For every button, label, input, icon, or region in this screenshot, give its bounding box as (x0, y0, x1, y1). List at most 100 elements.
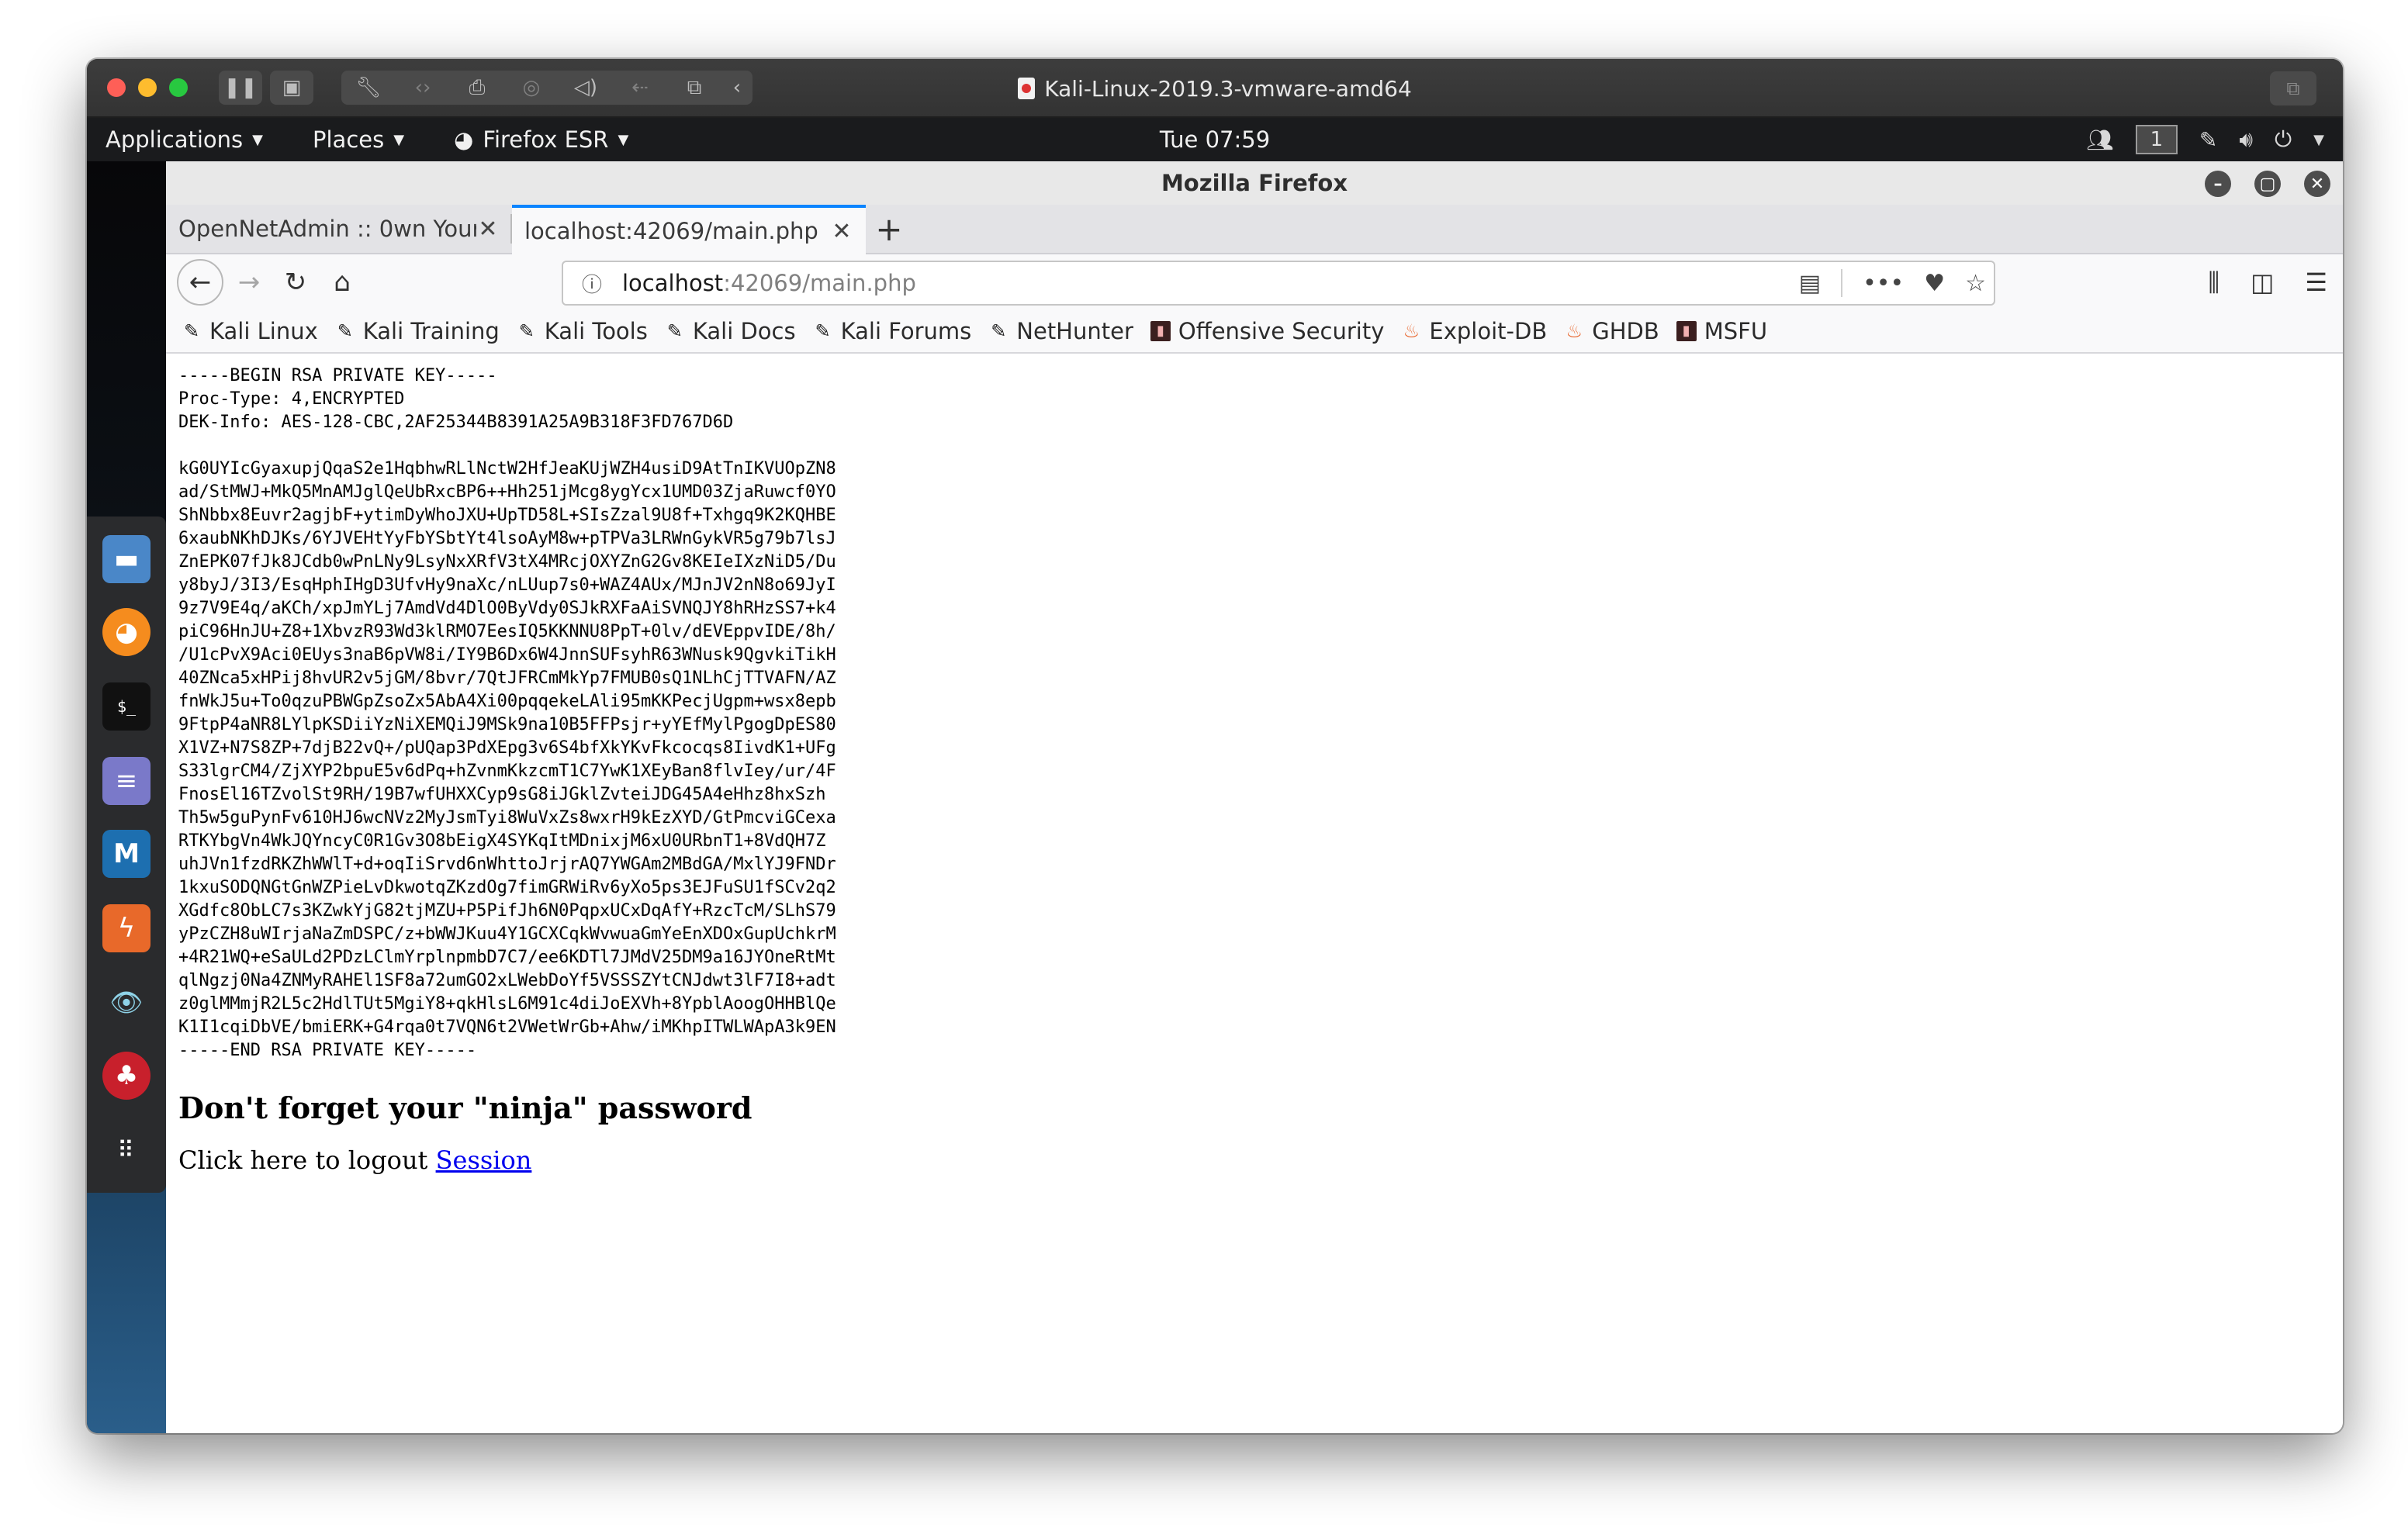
chevron-down-icon[interactable]: ▼ (2313, 132, 2324, 148)
zoom-window-button[interactable] (169, 78, 188, 97)
info-icon[interactable]: ⓘ (574, 269, 610, 298)
applications-menu[interactable]: Applications ▼ (106, 126, 263, 153)
volume-icon[interactable]: 🔊︎ (2239, 126, 2253, 153)
reader-view-icon[interactable]: ▤ (1799, 270, 1821, 297)
metasploit-icon[interactable]: M (102, 830, 150, 878)
reload-button[interactable]: ↻ (275, 261, 317, 303)
page-heading: Don't forget your "ninja" password (178, 1090, 752, 1125)
text-editor-icon[interactable]: ≡ (102, 757, 150, 805)
firefox-window-title: Mozilla Firefox (1161, 170, 1348, 196)
bookmark-label: Kali Docs (692, 318, 796, 344)
chevron-down-icon: ▼ (393, 131, 405, 148)
bookmark-star-icon[interactable]: ☆ (1965, 270, 1986, 297)
power-icon[interactable]: ⏻ (2275, 126, 2292, 153)
burpsuite-icon[interactable]: ϟ (102, 904, 150, 952)
eye-icon[interactable]: 👁︎ (102, 979, 150, 1027)
url-bar[interactable]: ⓘ localhost:42069/main.php ▤ ••• ♥ ☆ (562, 261, 1995, 306)
maximize-icon[interactable]: ▢ (2254, 171, 2281, 197)
terminal-icon[interactable]: $_ (102, 682, 150, 731)
url-host: localhost (622, 270, 724, 296)
bookmark-kali-training[interactable]: ✎ Kali Training (335, 318, 500, 344)
bookmark-label: Kali Linux (209, 318, 318, 344)
camera-icon[interactable]: ◎ (504, 76, 559, 99)
bookmark-kali-forums[interactable]: ✎ Kali Forums (813, 318, 972, 344)
logout-prefix: Click here to logout (178, 1145, 436, 1175)
firefox-small-icon: ◕ (454, 126, 474, 153)
firefox-icon[interactable]: ◕ (102, 608, 150, 656)
places-menu[interactable]: Places ▼ (313, 126, 404, 153)
close-tab-icon[interactable]: ✕ (476, 216, 500, 243)
firefox-app-menu[interactable]: ◕ Firefox ESR ▼ (454, 126, 628, 153)
bookmark-exploit-db[interactable]: ♨ Exploit-DB (1401, 318, 1548, 344)
users-icon[interactable]: 👥︎ (2086, 127, 2114, 153)
chevron-left-icon[interactable]: ‹ (721, 76, 752, 99)
offsec-icon: ▮ (1676, 321, 1697, 341)
tab-label: localhost:42069/main.php (524, 218, 818, 244)
library-icon[interactable]: ⫼ (2208, 268, 2219, 298)
kali-top-panel: Applications ▼ Places ▼ ◕ Firefox ESR ▼ … (87, 118, 2343, 161)
bookmark-label: NetHunter (1016, 318, 1133, 344)
clock[interactable]: Tue 07:59 (87, 118, 2343, 161)
app-grid-icon[interactable]: ⠿ (102, 1126, 150, 1174)
tab-opennetadmin[interactable]: OpenNetAdmin :: 0wn Your N ✕ (166, 205, 512, 253)
chevron-down-icon: ▼ (618, 131, 629, 148)
bookmark-nethunter[interactable]: ✎ NetHunter (988, 318, 1133, 344)
page-actions-icon[interactable]: ••• (1863, 270, 1904, 297)
bookmark-kali-linux[interactable]: ✎ Kali Linux (182, 318, 318, 344)
dock-panel: ▬ ◕ $_ ≡ M ϟ 👁︎ ♣ ⠿ (87, 517, 166, 1193)
tab-label: OpenNetAdmin :: 0wn Your N (178, 216, 476, 242)
places-menu-label: Places (313, 126, 385, 153)
tab-strip: OpenNetAdmin :: 0wn Your N ✕ localhost:4… (166, 205, 2343, 254)
sound-icon[interactable]: ◁) (559, 76, 613, 99)
bookmark-label: Exploit-DB (1429, 318, 1548, 344)
firefox-window: Mozilla Firefox – ▢ ✕ OpenNetAdmin :: 0w… (166, 161, 2343, 1433)
shared-folder-icon[interactable]: ⧉ (667, 76, 721, 100)
workspace-indicator[interactable]: 1 (2135, 125, 2178, 154)
session-logout-link[interactable]: Session (436, 1145, 532, 1175)
bookmark-label: Kali Forums (840, 318, 972, 344)
kali-dragon-icon: ✎ (518, 320, 535, 342)
minimize-window-button[interactable] (138, 78, 157, 97)
url-separator (1841, 269, 1843, 297)
kali-dragon-icon: ✎ (183, 320, 200, 342)
close-tab-icon[interactable]: ✕ (830, 218, 853, 245)
page-content: -----BEGIN RSA PRIVATE KEY----- Proc-Typ… (166, 354, 2343, 1433)
sidebar-toggle-icon[interactable]: ◫ (2251, 268, 2274, 297)
bookmarks-toolbar: ✎ Kali Linux ✎ Kali Training ✎ Kali Tools ✎… (166, 310, 2343, 354)
kali-dragon-icon: ✎ (815, 320, 831, 342)
files-icon[interactable]: ▬ (102, 535, 150, 583)
offsec-icon: ▮ (1150, 321, 1171, 341)
tab-main-php[interactable]: localhost:42069/main.php ✕ (512, 205, 866, 254)
home-button[interactable]: ⌂ (321, 261, 363, 303)
logout-line: Click here to logout Session (178, 1145, 2330, 1175)
pocket-icon[interactable]: ♥ (1924, 270, 1945, 297)
vmware-window: ❚❚ ▣ 🔧︎ ‹› ⎙ ◎ ◁) ⇠ ⧉ ‹ Kali-Linux-2019.… (87, 59, 2343, 1433)
window-controls (107, 78, 188, 97)
vmware-toolbar: ❚❚ ▣ (219, 71, 313, 105)
minimize-icon[interactable]: – (2205, 171, 2231, 197)
applications-menu-label: Applications (106, 126, 244, 153)
chevron-down-icon: ▼ (252, 131, 263, 148)
bookmark-msfu[interactable]: ▮ MSFU (1676, 318, 1767, 344)
wrench-icon[interactable]: 🔧︎ (341, 76, 396, 99)
forward-button[interactable]: → (228, 261, 270, 303)
cherrytree-icon[interactable]: ♣ (102, 1052, 150, 1100)
new-tab-button[interactable]: + (866, 205, 912, 253)
sidebar-icon[interactable]: ❚❚ (219, 71, 262, 105)
firefox-titlebar: Mozilla Firefox – ▢ ✕ (166, 161, 2343, 205)
code-icon[interactable]: ‹› (396, 76, 450, 99)
hamburger-menu-icon[interactable]: ☰ (2305, 268, 2327, 297)
rsa-private-key: -----BEGIN RSA PRIVATE KEY----- Proc-Typ… (178, 366, 836, 1060)
close-icon[interactable]: ✕ (2304, 171, 2330, 197)
back-button[interactable]: ← (177, 259, 223, 306)
pen-icon[interactable]: ✎ (2199, 127, 2217, 153)
bookmark-kali-tools[interactable]: ✎ Kali Tools (517, 318, 648, 344)
fullscreen-icon[interactable]: ⧉ (2270, 71, 2316, 105)
bookmark-kali-docs[interactable]: ✎ Kali Docs (665, 318, 796, 344)
printer-icon[interactable]: ⎙ (450, 76, 504, 100)
usb-icon[interactable]: ⇠ (613, 76, 667, 99)
close-window-button[interactable] (107, 78, 126, 97)
bookmark-ghdb[interactable]: ♨ GHDB (1564, 318, 1659, 344)
snapshot-icon[interactable]: ▣ (270, 71, 313, 105)
bookmark-offensive-security[interactable]: ▮ Offensive Security (1150, 318, 1384, 344)
